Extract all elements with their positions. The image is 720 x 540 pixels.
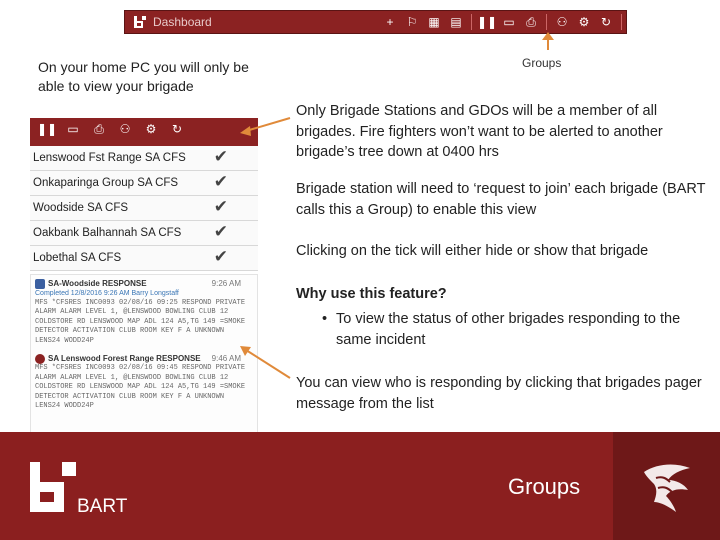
toolbar-separator (546, 14, 547, 30)
refresh-icon[interactable]: ↻ (164, 122, 190, 136)
gear-icon[interactable]: ⚙ (573, 11, 595, 33)
brigade-row[interactable]: Lenswood Fst Range SA CFS ✔ (30, 146, 258, 171)
pause-icon[interactable]: ❚❚ (476, 11, 498, 33)
membership-text: Only Brigade Stations and GDOs will be a… (296, 103, 663, 160)
pager-message[interactable]: SA Lenswood Forest Range RESPONSE 9:46 A… (31, 350, 257, 416)
why-bullet: • To view the status of other brigades r… (322, 309, 702, 350)
checkmark-icon[interactable]: ✔ (214, 222, 228, 242)
pause-icon[interactable]: ❚❚ (34, 122, 60, 136)
pager-message[interactable]: SA-Woodside RESPONSE 9:26 AM Completed 1… (31, 275, 257, 350)
brigade-groups-panel: ❚❚ ▭ ⎙ ⚇ ⚙ ↻ Lenswood Fst Range SA CFS ✔… (30, 118, 258, 271)
section-title: Groups (508, 474, 581, 499)
bullet-icon: • (322, 311, 328, 327)
message-body: MFS *CFSRES INC0093 02/08/16 09:25 RESPO… (35, 298, 246, 345)
dashboard-toolbar: Dashboard + ⚐ ▦ ▤ ❚❚ ▭ ⎙ ⚇ ⚙ ↻ (124, 10, 627, 34)
users-icon[interactable]: ⚇ (112, 122, 138, 136)
brigade-name: Oakbank Balhannah SA CFS (33, 227, 182, 239)
brigade-name: Lenswood Fst Range SA CFS (33, 152, 186, 164)
printer-icon[interactable]: ⎙ (520, 11, 542, 33)
message-subtitle: Completed 12/8/2016 9:26 AM Barry Longst… (35, 290, 179, 297)
panel-toolbar: ❚❚ ▭ ⎙ ⚇ ⚙ ↻ (30, 118, 258, 140)
users-icon[interactable]: ⚇ (551, 11, 573, 33)
pager-message-list: SA-Woodside RESPONSE 9:26 AM Completed 1… (30, 274, 258, 434)
brigade-row[interactable]: Onkaparinga Group SA CFS ✔ (30, 171, 258, 196)
view-responding-text: You can view who is responding by clicki… (296, 375, 702, 412)
brigade-row[interactable]: Woodside SA CFS ✔ (30, 196, 258, 221)
why-bullet-text: To view the status of other brigades res… (336, 311, 681, 348)
brigade-name: Onkaparinga Group SA CFS (33, 177, 179, 189)
gear-icon[interactable]: ⚙ (138, 122, 164, 136)
home-pc-note: On your home PC you will only be able to… (38, 59, 249, 94)
checkmark-icon[interactable]: ✔ (214, 172, 228, 192)
brigade-row[interactable]: Lobethal SA CFS ✔ (30, 246, 258, 271)
calendar-icon[interactable]: ▦ (423, 11, 445, 33)
chat-icon[interactable]: ⚐ (401, 11, 423, 33)
bart-logo-icon (134, 16, 146, 28)
request-join-text: Brigade station will need to ‘request to… (296, 181, 706, 218)
brigade-name: Woodside SA CFS (33, 202, 129, 214)
checkmark-icon[interactable]: ✔ (214, 247, 228, 267)
bart-logo-icon (30, 462, 76, 512)
brand-name: BART (77, 496, 128, 517)
brigade-name: Lobethal SA CFS (33, 252, 122, 264)
tick-toggle-text: Clicking on the tick will either hide or… (296, 243, 649, 259)
checkmark-icon[interactable]: ✔ (214, 197, 228, 217)
message-time: 9:46 AM (211, 354, 241, 364)
plus-icon[interactable]: + (379, 11, 401, 33)
message-icon[interactable]: ▭ (60, 122, 86, 136)
refresh-icon[interactable]: ↻ (595, 11, 617, 33)
message-body: MFS *CFSRES INC0093 02/08/16 09:45 RESPO… (35, 364, 246, 410)
groups-arrow (542, 32, 554, 50)
alert-icon (35, 354, 45, 364)
toolbar-separator (471, 14, 472, 30)
printer-icon[interactable]: ⎙ (86, 122, 112, 137)
calendar-date-icon[interactable]: ▤ (445, 11, 467, 33)
toolbar-title: Dashboard (153, 15, 212, 29)
message-title: SA-Woodside RESPONSE (48, 279, 147, 289)
brigade-row[interactable]: Oakbank Balhannah SA CFS ✔ (30, 221, 258, 246)
checkmark-icon[interactable]: ✔ (214, 147, 228, 167)
cfs-emblem-icon (644, 464, 690, 512)
message-icon[interactable]: ▭ (498, 11, 520, 33)
footer-bar: BART Groups (0, 432, 720, 540)
groups-callout-label: Groups (522, 56, 562, 70)
brigade-badge-icon (35, 279, 45, 289)
emblem-panel (613, 432, 720, 540)
toolbar-separator (621, 14, 622, 30)
message-time: 9:26 AM (211, 279, 241, 289)
why-heading: Why use this feature? (296, 286, 447, 302)
message-title: SA Lenswood Forest Range RESPONSE (48, 354, 201, 364)
